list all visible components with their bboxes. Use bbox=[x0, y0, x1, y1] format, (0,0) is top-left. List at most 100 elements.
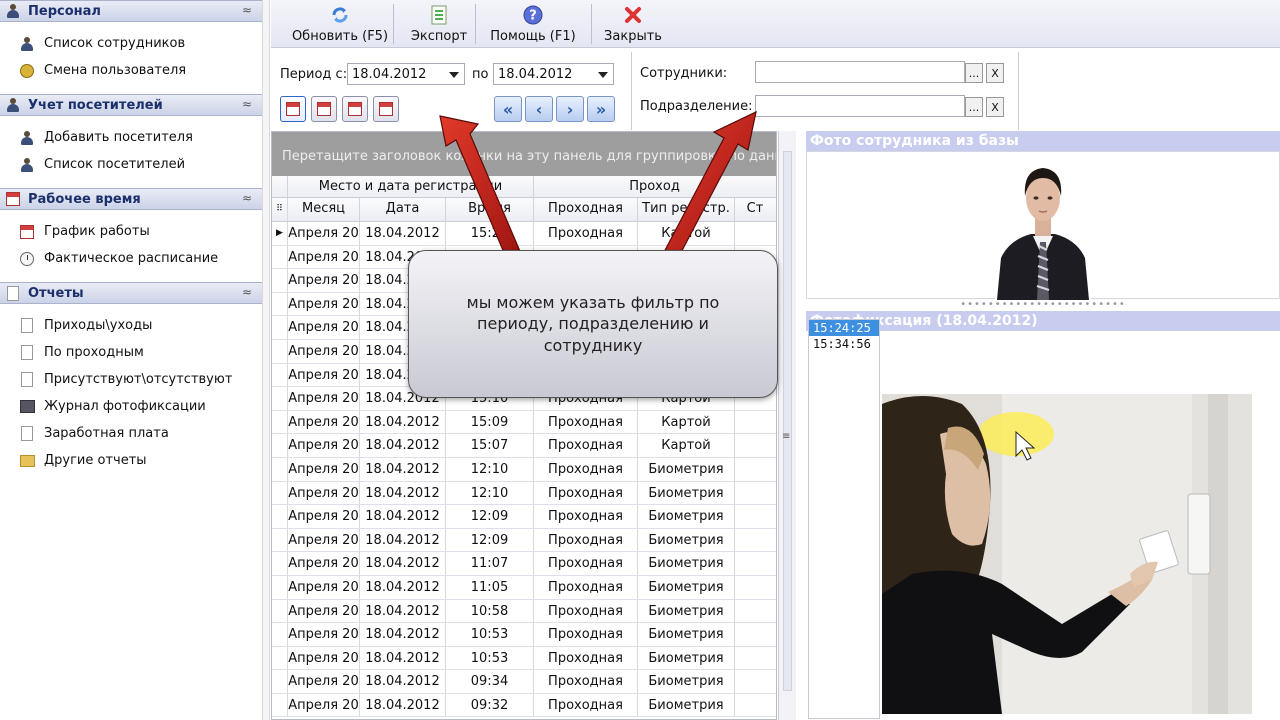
row-indicator[interactable] bbox=[272, 387, 288, 410]
table-cell[interactable]: Проходная bbox=[534, 623, 638, 646]
row-indicator[interactable] bbox=[272, 269, 288, 292]
table-cell[interactable]: Апреля 20 bbox=[288, 599, 360, 623]
table-cell[interactable]: 10:58 bbox=[446, 599, 534, 623]
sidebar-item-employees-list[interactable]: Список сотрудников bbox=[0, 30, 262, 57]
chevron-down-icon[interactable] bbox=[598, 72, 608, 78]
table-cell[interactable]: 10:53 bbox=[446, 646, 534, 670]
table-cell[interactable]: Апреля 20 bbox=[288, 410, 360, 434]
table-cell[interactable]: Биометрия bbox=[638, 457, 735, 481]
table-cell[interactable]: 12:10 bbox=[446, 457, 534, 481]
table-cell[interactable]: Апреля 20 bbox=[288, 646, 360, 670]
table-cell[interactable]: Апреля 20 bbox=[288, 222, 360, 245]
department-clear-button[interactable]: X bbox=[986, 97, 1004, 117]
scrollbar-grip-icon[interactable]: ≡ bbox=[782, 431, 792, 442]
table-row[interactable]: Апреля 20 18.04.2012 15:07 Проходная Картой bbox=[272, 434, 776, 458]
sidebar-item-photo-journal[interactable]: Журнал фотофиксации bbox=[0, 393, 262, 420]
table-cell[interactable]: 11:05 bbox=[446, 575, 534, 599]
table-cell[interactable]: 11:07 bbox=[446, 552, 534, 575]
table-cell[interactable]: Апреля 20 bbox=[288, 670, 360, 693]
table-cell[interactable] bbox=[735, 434, 775, 457]
nav-prev-button[interactable]: ‹ bbox=[525, 96, 553, 122]
table-cell[interactable]: Проходная bbox=[534, 670, 638, 693]
row-indicator-icon[interactable]: ▶ bbox=[272, 222, 288, 245]
sidebar-item-by-checkpoints[interactable]: По проходным bbox=[0, 339, 262, 366]
table-cell[interactable]: Проходная bbox=[534, 646, 638, 670]
sidebar-item-other-reports[interactable]: Другие отчеты bbox=[0, 447, 262, 474]
table-row[interactable]: Апреля 20 18.04.2012 12:10 Проходная Биометр… bbox=[272, 457, 776, 482]
table-cell[interactable]: Апреля 20 bbox=[288, 339, 360, 363]
sidebar-item-arrivals-departures[interactable]: Приходы\уходы bbox=[0, 312, 262, 339]
table-cell[interactable]: 18.04.2012 bbox=[360, 599, 446, 623]
table-cell[interactable] bbox=[735, 647, 775, 670]
sidebar-item-change-user[interactable]: Смена пользователя bbox=[0, 57, 262, 84]
table-cell[interactable]: 18.04.2012 bbox=[360, 457, 446, 481]
table-cell[interactable]: Картой bbox=[638, 434, 735, 457]
collapse-icon[interactable]: ≈ bbox=[242, 285, 252, 299]
column-checkpoint[interactable]: Проходная bbox=[534, 198, 638, 221]
period-week-button[interactable] bbox=[311, 96, 337, 122]
row-indicator[interactable] bbox=[272, 245, 288, 269]
scrollbar-track[interactable] bbox=[783, 151, 792, 691]
table-row[interactable]: Апреля 20 18.04.2012 10:53 Проходная Биометр… bbox=[272, 646, 776, 671]
splitter-dots[interactable]: •••••••••••••••••••••••• bbox=[806, 299, 1280, 311]
nav-next-button[interactable]: › bbox=[556, 96, 584, 122]
row-indicator[interactable] bbox=[272, 292, 288, 316]
table-cell[interactable]: Проходная bbox=[534, 552, 638, 575]
sidebar-item-present-absent[interactable]: Присутствуют\отсутствуют bbox=[0, 366, 262, 393]
table-cell[interactable]: Апреля 20 bbox=[288, 316, 360, 339]
sidebar-item-actual-schedule[interactable]: Фактическое расписание bbox=[0, 245, 262, 272]
band-passage[interactable]: Проход bbox=[534, 176, 775, 197]
row-indicator[interactable] bbox=[272, 528, 288, 552]
table-cell[interactable]: 18.04.2012 bbox=[360, 528, 446, 552]
period-month-button[interactable] bbox=[342, 96, 368, 122]
table-cell[interactable]: Проходная bbox=[534, 693, 638, 717]
employees-clear-button[interactable]: X bbox=[986, 63, 1004, 83]
row-indicator[interactable] bbox=[272, 552, 288, 575]
table-cell[interactable]: Биометрия bbox=[638, 528, 735, 552]
table-cell[interactable] bbox=[735, 529, 775, 552]
table-cell[interactable] bbox=[735, 576, 775, 599]
table-row[interactable]: Апреля 20 18.04.2012 15:09 Проходная Картой bbox=[272, 410, 776, 435]
fixation-time-item[interactable]: 15:24:25 bbox=[809, 320, 879, 336]
employees-browse-button[interactable]: ... bbox=[965, 63, 983, 83]
export-button[interactable]: Экспорт bbox=[401, 0, 477, 48]
table-cell[interactable]: Проходная bbox=[534, 528, 638, 552]
period-day-button[interactable] bbox=[280, 96, 306, 122]
table-cell[interactable]: 18.04.2012 bbox=[360, 575, 446, 599]
table-row[interactable]: Апреля 20 18.04.2012 12:09 Проходная Биометр… bbox=[272, 528, 776, 553]
table-cell[interactable]: 10:53 bbox=[446, 623, 534, 646]
row-indicator[interactable] bbox=[272, 434, 288, 457]
table-cell[interactable]: 12:10 bbox=[446, 481, 534, 505]
table-row[interactable]: Апреля 20 18.04.2012 11:05 Проходная Биометр… bbox=[272, 575, 776, 600]
table-cell[interactable]: Биометрия bbox=[638, 646, 735, 670]
table-cell[interactable]: Биометрия bbox=[638, 623, 735, 646]
table-cell[interactable]: Картой bbox=[638, 222, 735, 245]
group-header-personnel[interactable]: Персонал ≈ bbox=[0, 0, 262, 22]
table-cell[interactable]: Апреля 20 bbox=[288, 528, 360, 552]
table-row[interactable]: Апреля 20 18.04.2012 12:09 Проходная Биометр… bbox=[272, 505, 776, 529]
table-cell[interactable]: 18.04.2012 bbox=[360, 552, 446, 575]
column-month[interactable]: Месяц bbox=[288, 198, 360, 221]
nav-last-button[interactable]: » bbox=[587, 96, 615, 122]
table-cell[interactable]: Апреля 20 bbox=[288, 292, 360, 316]
table-cell[interactable]: 18.04.2012 bbox=[360, 410, 446, 434]
row-indicator[interactable] bbox=[272, 339, 288, 363]
table-cell[interactable]: Биометрия bbox=[638, 505, 735, 528]
row-indicator[interactable] bbox=[272, 623, 288, 646]
band-registration[interactable]: Место и дата регистрации bbox=[288, 176, 534, 197]
table-cell[interactable] bbox=[735, 411, 775, 434]
collapse-icon[interactable]: ≈ bbox=[242, 191, 252, 205]
table-cell[interactable]: 15:09 bbox=[446, 410, 534, 434]
table-cell[interactable]: Апреля 20 bbox=[288, 387, 360, 410]
sidebar-item-salary[interactable]: Заработная плата bbox=[0, 420, 262, 447]
table-cell[interactable]: Проходная bbox=[534, 575, 638, 599]
sidebar-item-visitors-list[interactable]: Список посетителей bbox=[0, 151, 262, 178]
row-indicator[interactable] bbox=[272, 316, 288, 339]
sidebar-item-add-visitor[interactable]: Добавить посетителя bbox=[0, 124, 262, 151]
table-cell[interactable]: 15:07 bbox=[446, 434, 534, 457]
table-cell[interactable]: Проходная bbox=[534, 410, 638, 434]
table-cell[interactable]: Проходная bbox=[534, 481, 638, 505]
table-cell[interactable]: Апреля 20 bbox=[288, 245, 360, 269]
table-cell[interactable]: 12:09 bbox=[446, 505, 534, 528]
table-cell[interactable]: 18.04.2012 bbox=[360, 670, 446, 693]
